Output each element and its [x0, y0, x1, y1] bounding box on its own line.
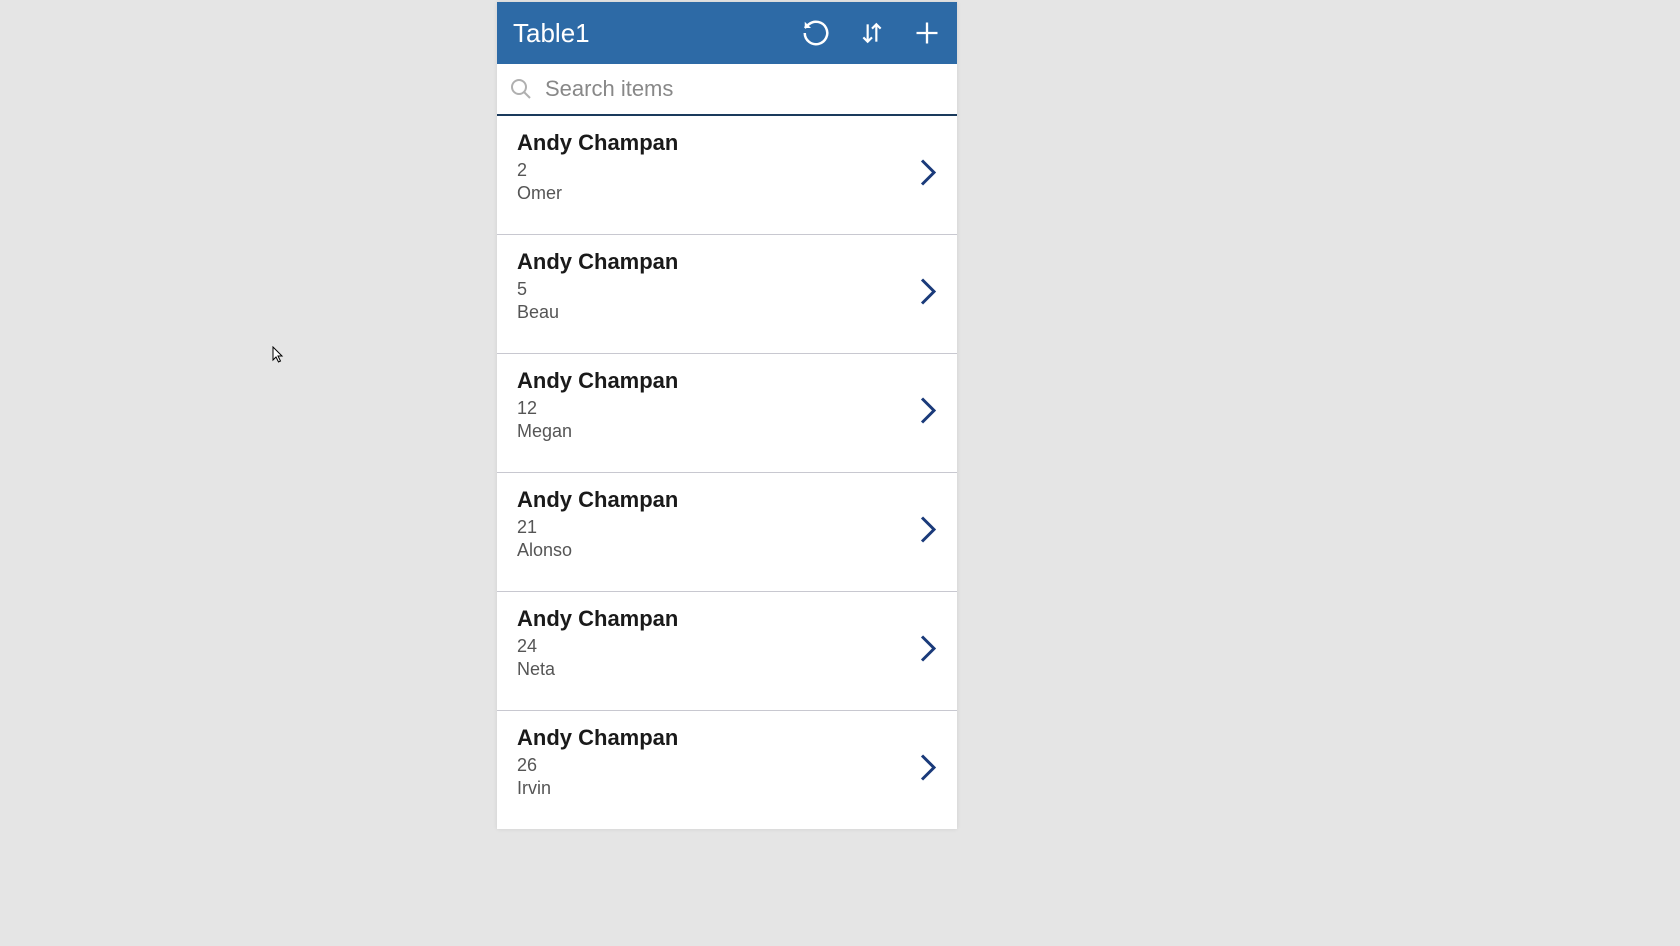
- list-item[interactable]: Andy Champan 24Neta: [497, 592, 957, 711]
- add-button[interactable]: [913, 19, 941, 47]
- sort-icon: [859, 18, 885, 48]
- item-number: 12: [517, 398, 937, 419]
- item-number: 24: [517, 636, 937, 657]
- item-title: Andy Champan: [517, 487, 937, 513]
- item-number: 26: [517, 755, 937, 776]
- item-subtitle: Beau: [517, 302, 937, 323]
- list-item[interactable]: Andy Champan 12Megan: [497, 354, 957, 473]
- item-title: Andy Champan: [517, 249, 937, 275]
- search-input[interactable]: [545, 76, 945, 102]
- refresh-icon: [801, 18, 831, 48]
- sort-button[interactable]: [859, 18, 885, 48]
- item-number: 21: [517, 517, 937, 538]
- plus-icon: [913, 19, 941, 47]
- chevron-right-icon: [919, 158, 937, 193]
- item-title: Andy Champan: [517, 368, 937, 394]
- mouse-cursor: [272, 346, 286, 369]
- item-subtitle: Alonso: [517, 540, 937, 561]
- list-item[interactable]: Andy Champan 5Beau: [497, 235, 957, 354]
- header-actions: [801, 18, 941, 48]
- chevron-right-icon: [919, 515, 937, 550]
- item-number: 2: [517, 160, 937, 181]
- search-bar: [497, 64, 957, 116]
- search-icon: [509, 77, 533, 101]
- item-number: 5: [517, 279, 937, 300]
- chevron-right-icon: [919, 277, 937, 312]
- item-title: Andy Champan: [517, 725, 937, 751]
- item-title: Andy Champan: [517, 606, 937, 632]
- item-list: Andy Champan2OmerAndy Champan5BeauAndy C…: [497, 116, 957, 829]
- chevron-right-icon: [919, 396, 937, 431]
- header-title: Table1: [513, 18, 801, 49]
- item-subtitle: Neta: [517, 659, 937, 680]
- chevron-right-icon: [919, 634, 937, 669]
- app-header: Table1: [497, 2, 957, 64]
- list-item[interactable]: Andy Champan 26Irvin: [497, 711, 957, 829]
- app-container: Table1: [497, 2, 957, 829]
- chevron-right-icon: [919, 753, 937, 788]
- item-subtitle: Irvin: [517, 778, 937, 799]
- list-item[interactable]: Andy Champan 21Alonso: [497, 473, 957, 592]
- refresh-button[interactable]: [801, 18, 831, 48]
- item-subtitle: Omer: [517, 183, 937, 204]
- item-subtitle: Megan: [517, 421, 937, 442]
- item-title: Andy Champan: [517, 130, 937, 156]
- list-item[interactable]: Andy Champan 2Omer: [497, 116, 957, 235]
